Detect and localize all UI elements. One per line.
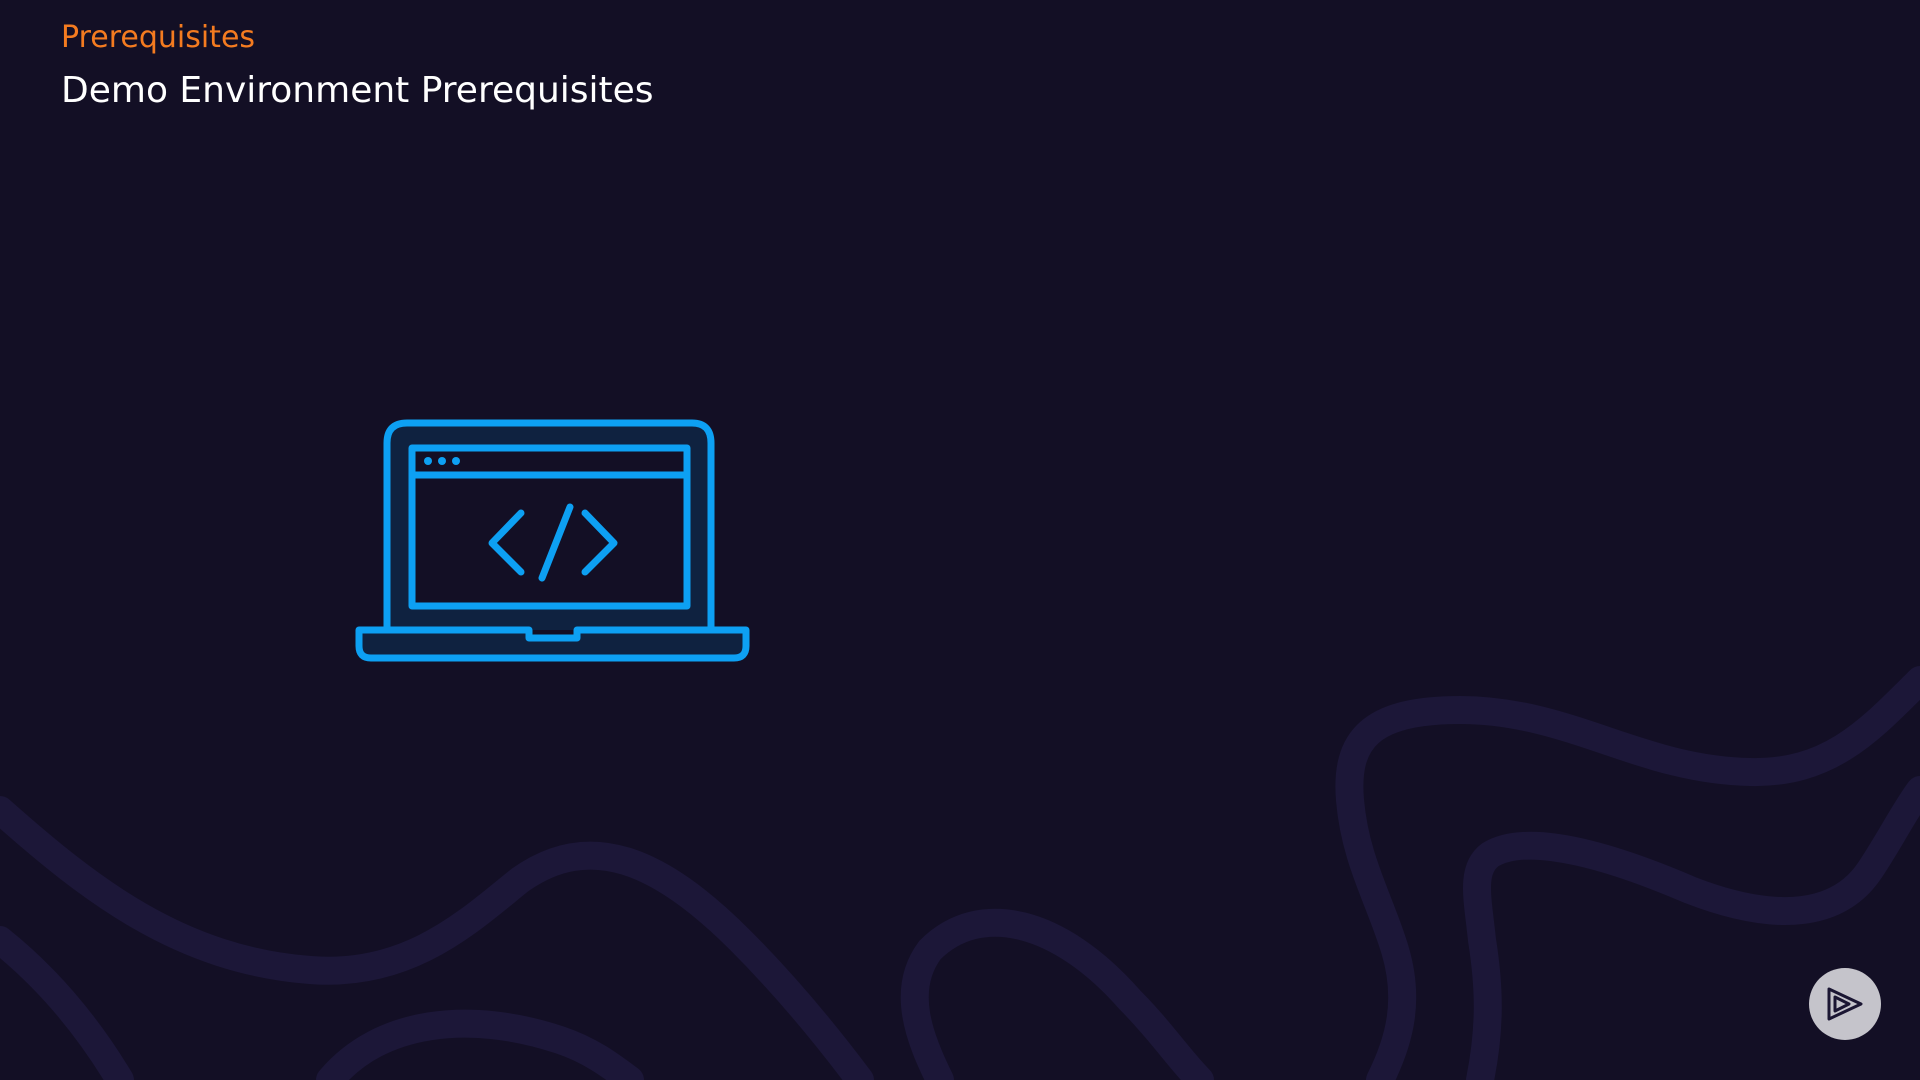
slide-canvas: Prerequisites Demo Environment Prerequis…	[0, 0, 1920, 1080]
play-logo-icon	[1827, 987, 1863, 1021]
section-label: Prerequisites	[61, 20, 256, 55]
play-logo-button[interactable]	[1809, 968, 1881, 1040]
background-curves	[0, 666, 1920, 1080]
laptop-code-icon	[355, 418, 750, 663]
slide-title: Demo Environment Prerequisites	[61, 70, 654, 111]
